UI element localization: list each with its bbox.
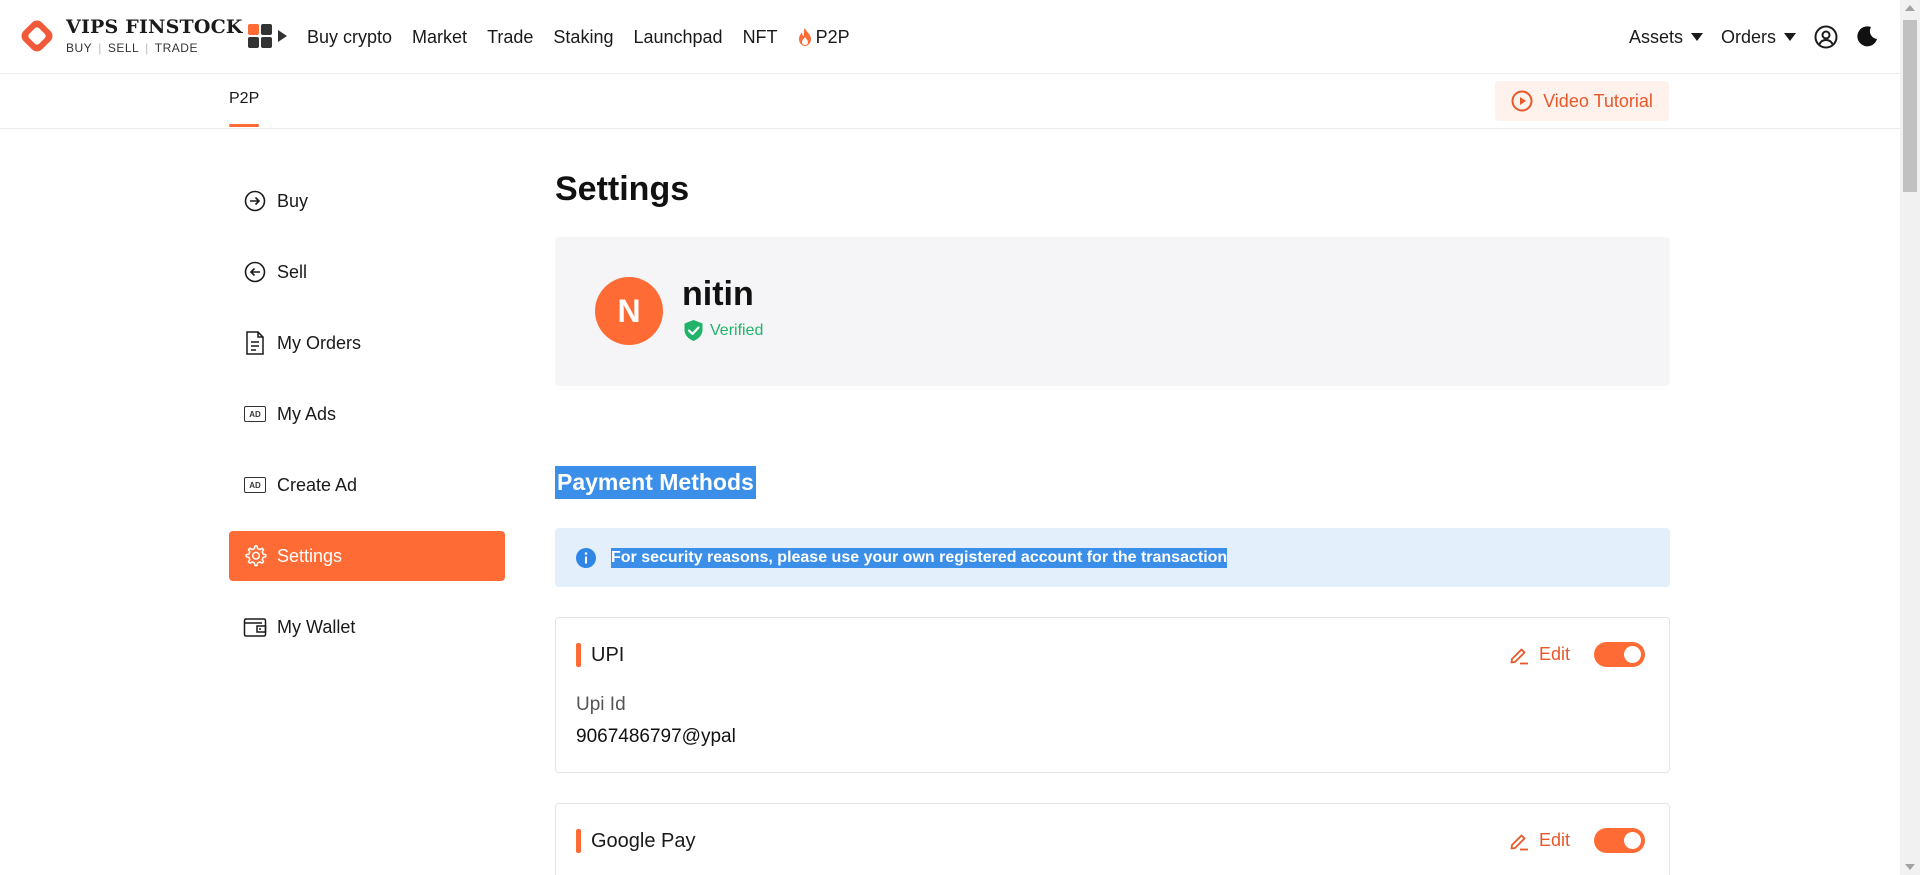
ad-icon: AD: [243, 402, 267, 426]
sidebar-item-my-ads[interactable]: AD My Ads: [229, 389, 505, 439]
top-navbar: VIPS FINSTOCK BUY | SELL | TRADE Buy crypt…: [0, 0, 1900, 74]
page-title: Settings: [555, 170, 690, 208]
moon-icon[interactable]: [1856, 26, 1878, 48]
assets-dropdown[interactable]: Assets: [1629, 27, 1703, 48]
scroll-down-arrow-icon[interactable]: [1905, 864, 1915, 870]
video-tutorial-label: Video Tutorial: [1543, 90, 1653, 111]
scrollbar-thumb[interactable]: [1903, 20, 1917, 192]
payment-method-name: UPI: [591, 643, 625, 666]
video-tutorial-button[interactable]: Video Tutorial: [1495, 81, 1669, 121]
main-nav: Buy crypto Market Trade Staking Launchpa…: [307, 0, 850, 74]
scroll-up-arrow-icon[interactable]: [1905, 5, 1915, 11]
sidebar-item-label: Create Ad: [277, 474, 358, 495]
nav-p2p[interactable]: P2P: [798, 27, 850, 48]
sidebar-item-buy[interactable]: Buy: [229, 176, 505, 226]
logo-mark-icon: [18, 17, 56, 55]
payment-method-card: Google Pay Edit: [555, 803, 1670, 875]
sidebar-item-my-wallet[interactable]: My Wallet: [229, 602, 505, 652]
brand-name: VIPS FINSTOCK: [66, 16, 243, 38]
sidebar-item-sell[interactable]: Sell: [229, 247, 505, 297]
settings-main: Settings N nitin Verified Payment Method…: [555, 170, 1670, 875]
arrow-left-circle-icon: [243, 260, 267, 284]
tab-p2p[interactable]: P2P: [229, 90, 259, 108]
profile-name: nitin: [682, 275, 754, 313]
apps-menu-button[interactable]: [248, 24, 287, 48]
orders-dropdown[interactable]: Orders: [1721, 27, 1796, 48]
pencil-icon: [1510, 648, 1528, 664]
nav-buy-crypto[interactable]: Buy crypto: [307, 27, 392, 48]
sub-navbar: P2P Video Tutorial: [0, 75, 1900, 129]
sidebar-item-label: Settings: [277, 545, 343, 566]
caret-right-icon: [278, 30, 287, 42]
sidebar-item-my-orders[interactable]: My Orders: [229, 318, 505, 368]
avatar: N: [595, 277, 663, 345]
brand-tag-trade: TRADE: [154, 41, 198, 55]
edit-label: Edit: [1538, 644, 1570, 664]
caret-down-icon: [1690, 33, 1703, 41]
brand-tag-buy: BUY: [66, 41, 93, 55]
security-notice-text: For security reasons, please use your ow…: [611, 547, 1228, 568]
sidebar-item-label: My Orders: [277, 332, 362, 353]
nav-p2p-label: P2P: [815, 26, 850, 47]
orders-label: Orders: [1720, 26, 1776, 47]
payment-method-toggle[interactable]: [1594, 828, 1645, 853]
edit-label: Edit: [1538, 830, 1570, 850]
p2p-sidebar: Buy Sell My Orders AD My Ads AD Create A…: [229, 176, 505, 673]
nav-staking[interactable]: Staking: [553, 27, 613, 48]
payment-method-accent-bar: [576, 643, 581, 667]
arrow-right-circle-icon: [243, 189, 267, 213]
upi-id-value: 9067486797@ypal: [576, 726, 736, 747]
nav-nft[interactable]: NFT: [743, 27, 778, 48]
info-icon: [576, 547, 596, 568]
pencil-icon: [1510, 834, 1528, 850]
edit-button[interactable]: Edit: [1509, 644, 1570, 665]
document-icon: [243, 331, 267, 355]
wallet-icon: [243, 615, 267, 639]
sidebar-item-label: Sell: [277, 261, 308, 282]
sidebar-item-label: My Wallet: [277, 616, 356, 637]
tab-active-indicator: [229, 124, 259, 127]
sidebar-item-label: Buy: [277, 190, 309, 211]
ad-icon: AD: [243, 473, 267, 497]
payment-method-name: Google Pay: [591, 829, 696, 852]
nav-market[interactable]: Market: [412, 27, 467, 48]
caret-down-icon: [1784, 33, 1796, 41]
user-circle-icon[interactable]: [1814, 25, 1838, 49]
verified-label: Verified: [710, 321, 764, 339]
payment-method-accent-bar: [576, 829, 581, 853]
nav-launchpad[interactable]: Launchpad: [633, 27, 722, 48]
brand-logo[interactable]: VIPS FINSTOCK BUY | SELL | TRADE: [18, 17, 243, 55]
verified-badge: Verified: [683, 319, 763, 342]
security-notice: For security reasons, please use your ow…: [555, 528, 1670, 587]
assets-label: Assets: [1628, 26, 1683, 47]
sidebar-item-label: My Ads: [277, 403, 337, 424]
payment-methods-title: Payment Methods: [555, 466, 756, 499]
profile-card: N nitin Verified: [555, 237, 1670, 386]
sidebar-item-create-ad[interactable]: AD Create Ad: [229, 460, 505, 510]
gear-icon: [243, 544, 267, 568]
edit-button[interactable]: Edit: [1509, 830, 1570, 851]
sidebar-item-settings[interactable]: Settings: [229, 531, 505, 581]
nav-trade[interactable]: Trade: [487, 27, 533, 48]
upi-id-label: Upi Id: [576, 694, 626, 715]
payment-method-card: UPI Edit Upi Id 9067486797@ypal: [555, 617, 1670, 773]
shield-check-icon: [684, 320, 703, 341]
payment-method-toggle[interactable]: [1594, 642, 1645, 667]
play-circle-icon: [1511, 90, 1533, 112]
brand-tag-sell: SELL: [107, 41, 140, 55]
page-scrollbar[interactable]: [1900, 0, 1920, 875]
fire-icon: [798, 28, 811, 46]
apps-grid-icon: [248, 24, 272, 48]
